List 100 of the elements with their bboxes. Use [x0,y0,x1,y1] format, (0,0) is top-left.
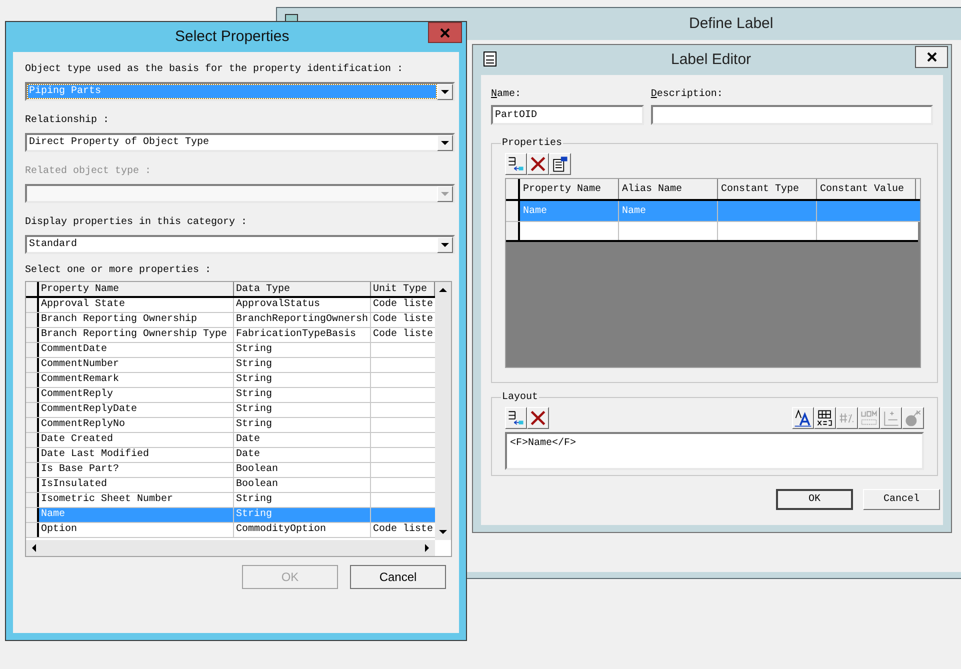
table-cell: Code liste [373,314,434,325]
table-cell: CommodityOption [234,523,371,537]
dropdown-field[interactable]: Standard [25,235,455,254]
caret-down-icon [441,242,449,246]
column-header[interactable]: Data Type [234,282,371,296]
layout-text-area[interactable]: <F>Name</F> [505,432,924,470]
group-title: Layout [501,391,540,405]
description-field[interactable] [650,105,933,125]
name-label: Name: [491,88,522,102]
table-cell: CommentReply [39,388,234,402]
group-title: Properties [501,136,564,151]
table-row[interactable]: CommentRemark String [26,373,435,388]
label-icon [483,51,497,67]
window-title: Label Editor [671,50,752,70]
dialog-button[interactable]: Cancel [350,565,446,589]
table-row[interactable]: CommentReply String [26,388,435,403]
table-cell: Name [39,508,234,522]
table-cell: String [234,508,371,522]
caret-down-icon [441,90,449,94]
description-label: Description: [650,88,724,102]
table-cell: ApprovalStatus [234,298,371,312]
table-cell: FabricationTypeBasis [234,328,371,342]
horizontal-scrollbar[interactable] [26,540,435,556]
table-row[interactable]: Approval State ApprovalStatus Code liste [26,298,435,313]
table-cell: String [234,493,371,507]
field-label: Related object type : [25,164,152,179]
table-cell: CommentNumber [39,358,234,372]
table-cell: Approval State [39,298,234,312]
window-title: Define Label [689,14,774,34]
delete-icon [528,408,548,428]
layout-text: <F>Name</F> [510,438,576,449]
font-tool-button[interactable] [792,407,814,429]
new-row[interactable] [506,222,918,242]
table-row[interactable]: CommentNumber String [26,358,435,373]
table-row[interactable]: CommentReplyDate String [26,403,435,418]
table-row[interactable]: Option CommodityOption Code liste [26,523,435,538]
caret-down-icon [441,192,449,196]
table-tool-button[interactable] [814,407,836,429]
table-cell: Date [234,448,371,462]
table-cell: Date Created [39,433,234,447]
caret-down-icon [441,140,449,144]
table-cell: String [234,418,371,432]
table-cell: Branch Reporting Ownership Type [39,328,234,342]
table-row[interactable]: Is Base Part? Boolean [26,463,435,478]
table-row[interactable]: Date Last Modified Date [26,448,435,463]
table-cell: Date [234,433,371,447]
table-cell: BranchReportingOwnersh [234,313,371,327]
table-cell: Option [39,523,234,537]
table-cell: Is Base Part? [39,463,234,477]
delete-tool-button[interactable] [527,153,549,175]
table-cell: CommentDate [39,343,234,357]
table-row[interactable]: Branch Reporting Ownership Type FabricationTypeBasis Code liste [26,328,435,343]
column-header[interactable]: Constant Type [718,179,817,199]
grid-label: Select one or more properties : [25,264,212,278]
table-cell: Boolean [234,463,371,477]
field-label: Object type used as the basis for the property identification : [25,62,404,77]
table-row[interactable]: IsInsulated Boolean [26,478,435,493]
column-header[interactable]: Constant Value [817,179,916,199]
font-style-icon [793,408,813,428]
properties-tool-button[interactable] [549,153,571,175]
name-field[interactable]: PartOID [491,105,644,125]
close-button[interactable] [915,46,948,68]
table-cell: CommentReplyDate [39,403,234,417]
table-cell: String [234,358,371,372]
table-cell: String [234,403,371,417]
field-label: Relationship : [25,114,110,128]
table-cell: String [234,373,371,387]
table-cell: Name [520,201,619,221]
field-label: Display properties in this category : [25,216,248,230]
bomb-icon [903,408,923,428]
table-cell: CommentRemark [39,373,234,387]
vertical-scrollbar[interactable] [435,282,451,540]
dropdown-button[interactable] [437,236,453,252]
properties-icon [550,154,570,174]
dropdown-button[interactable] [437,84,453,100]
table-formula-icon [815,408,835,428]
add-tool-button[interactable] [505,407,527,429]
table-row[interactable]: CommentDate String [26,343,435,358]
table-cell: Code liste [373,524,434,535]
table-row[interactable]: Date Created Date [26,433,435,448]
dialog-button[interactable]: Cancel [863,489,940,510]
table-cell: Date Last Modified [39,448,234,462]
selected-value: Standard [28,238,78,251]
column-header[interactable]: Alias Name [619,179,718,199]
dropdown-field[interactable]: Direct Property of Object Type [25,133,455,152]
column-header[interactable]: Property Name [39,282,234,296]
table-cell: String [234,343,371,357]
delete-tool-button[interactable] [527,407,549,429]
dialog-button[interactable]: OK [776,489,853,510]
table-row[interactable]: CommentReplyNo String [26,418,435,433]
close-icon [440,28,450,38]
add-tool-button[interactable] [505,153,527,175]
column-header[interactable]: Property Name [520,179,619,199]
selected-value: Direct Property of Object Type [28,136,210,149]
table-cell: Branch Reporting Ownership [39,313,234,327]
table-cell: Boolean [234,478,371,492]
dropdown-button[interactable] [437,134,453,150]
table-cell: String [234,388,371,402]
table-row[interactable]: Branch Reporting Ownership BranchReportingOwnersh Code liste [26,313,435,328]
window-title: Select Properties [175,26,290,47]
